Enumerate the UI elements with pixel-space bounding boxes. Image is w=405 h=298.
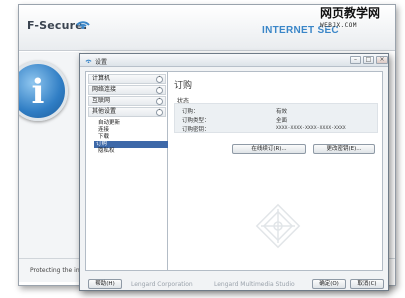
chevron-up-icon[interactable]: ˄ (156, 76, 163, 83)
nav-category-computer[interactable]: 计算机 ˄ (88, 74, 166, 84)
minimize-button[interactable]: – (350, 56, 361, 64)
dialog-body: 计算机 ˄ 网络连接 ˄ 互联网 ˄ 其他设置 ˄ 自动更新 连接 下载 订购 … (85, 71, 383, 271)
close-button[interactable]: × (376, 56, 388, 64)
nav-category-other[interactable]: 其他设置 ˄ (88, 107, 166, 117)
subscription-key-label: 订购密钥： (182, 127, 210, 133)
cancel-button[interactable]: 取消(C) (350, 279, 384, 289)
nav-category-label: 网络连接 (92, 86, 117, 93)
nav-item-privacy[interactable]: 隐私权 (96, 148, 166, 155)
subscription-type-label: 订购类型： (182, 118, 210, 124)
brand-emblem-icon (255, 203, 301, 249)
nav-item-connection[interactable]: 连接 (96, 127, 166, 134)
dialog-title: 设置 (95, 59, 108, 66)
subscription-panel: 订购 状态 订购： 有效 订购类型： 全面 订购密钥： XXXX-XXXX-XX… (170, 72, 382, 270)
nav-category-label: 其他设置 (92, 108, 117, 115)
subscription-key-label: 订购： (182, 109, 199, 115)
watermark: 网页教学网 WEBJX.COM (320, 4, 402, 38)
subscription-value: 有效 (276, 109, 288, 115)
section-title: 订购 (174, 81, 193, 91)
maximize-button[interactable]: □ (363, 56, 374, 64)
dialog-titlebar[interactable]: 设置 – □ × (80, 54, 388, 67)
nav-item-subscription[interactable]: 订购 (94, 141, 168, 148)
nav-item-download[interactable]: 下载 (96, 134, 166, 141)
watermark-url: WEBJX.COM (320, 22, 358, 29)
footer-credit: Lengard Corporation (131, 281, 193, 288)
watermark-title: 网页教学网 (320, 6, 381, 20)
subscription-key-value: XXXX-XXXX-XXXX-XXXX-XXXX (276, 126, 346, 131)
info-icon-glyph: i (31, 72, 45, 112)
footer-credit: Lengard Multimedia Studio (214, 281, 295, 288)
renew-online-button[interactable]: 在线续订(R)... (232, 144, 306, 154)
chevron-up-icon[interactable]: ˄ (156, 87, 163, 94)
subscription-type-value: 全面 (276, 118, 288, 124)
dialog-footer: 帮助(H) Lengard Corporation Lengard Multim… (80, 273, 388, 291)
protection-status-text: Protecting the in (30, 267, 80, 274)
settings-icon (85, 59, 92, 64)
chevron-up-icon[interactable]: ˄ (156, 109, 163, 116)
status-box: 订购： 有效 订购类型： 全面 订购密钥： XXXX-XXXX-XXXX-XXX… (174, 103, 378, 133)
nav-category-internet[interactable]: 互联网 ˄ (88, 96, 166, 106)
nav-category-label: 计算机 (92, 75, 111, 82)
settings-dialog: 设置 – □ × 计算机 ˄ 网络连接 ˄ 互联网 ˄ 其他设置 ˄ 自动更新 (79, 53, 389, 291)
chevron-up-icon[interactable]: ˄ (156, 98, 163, 105)
help-button[interactable]: 帮助(H) (88, 279, 122, 289)
settings-nav: 计算机 ˄ 网络连接 ˄ 互联网 ˄ 其他设置 ˄ 自动更新 连接 下载 订购 … (86, 72, 168, 270)
change-key-button[interactable]: 更改密钥(E)... (313, 144, 375, 154)
nav-item-auto-update[interactable]: 自动更新 (96, 120, 166, 127)
fsecure-logo-icon (76, 21, 90, 29)
nav-category-network[interactable]: 网络连接 ˄ (88, 85, 166, 95)
nav-category-label: 互联网 (92, 97, 111, 104)
ok-button[interactable]: 确定(O) (312, 279, 346, 289)
